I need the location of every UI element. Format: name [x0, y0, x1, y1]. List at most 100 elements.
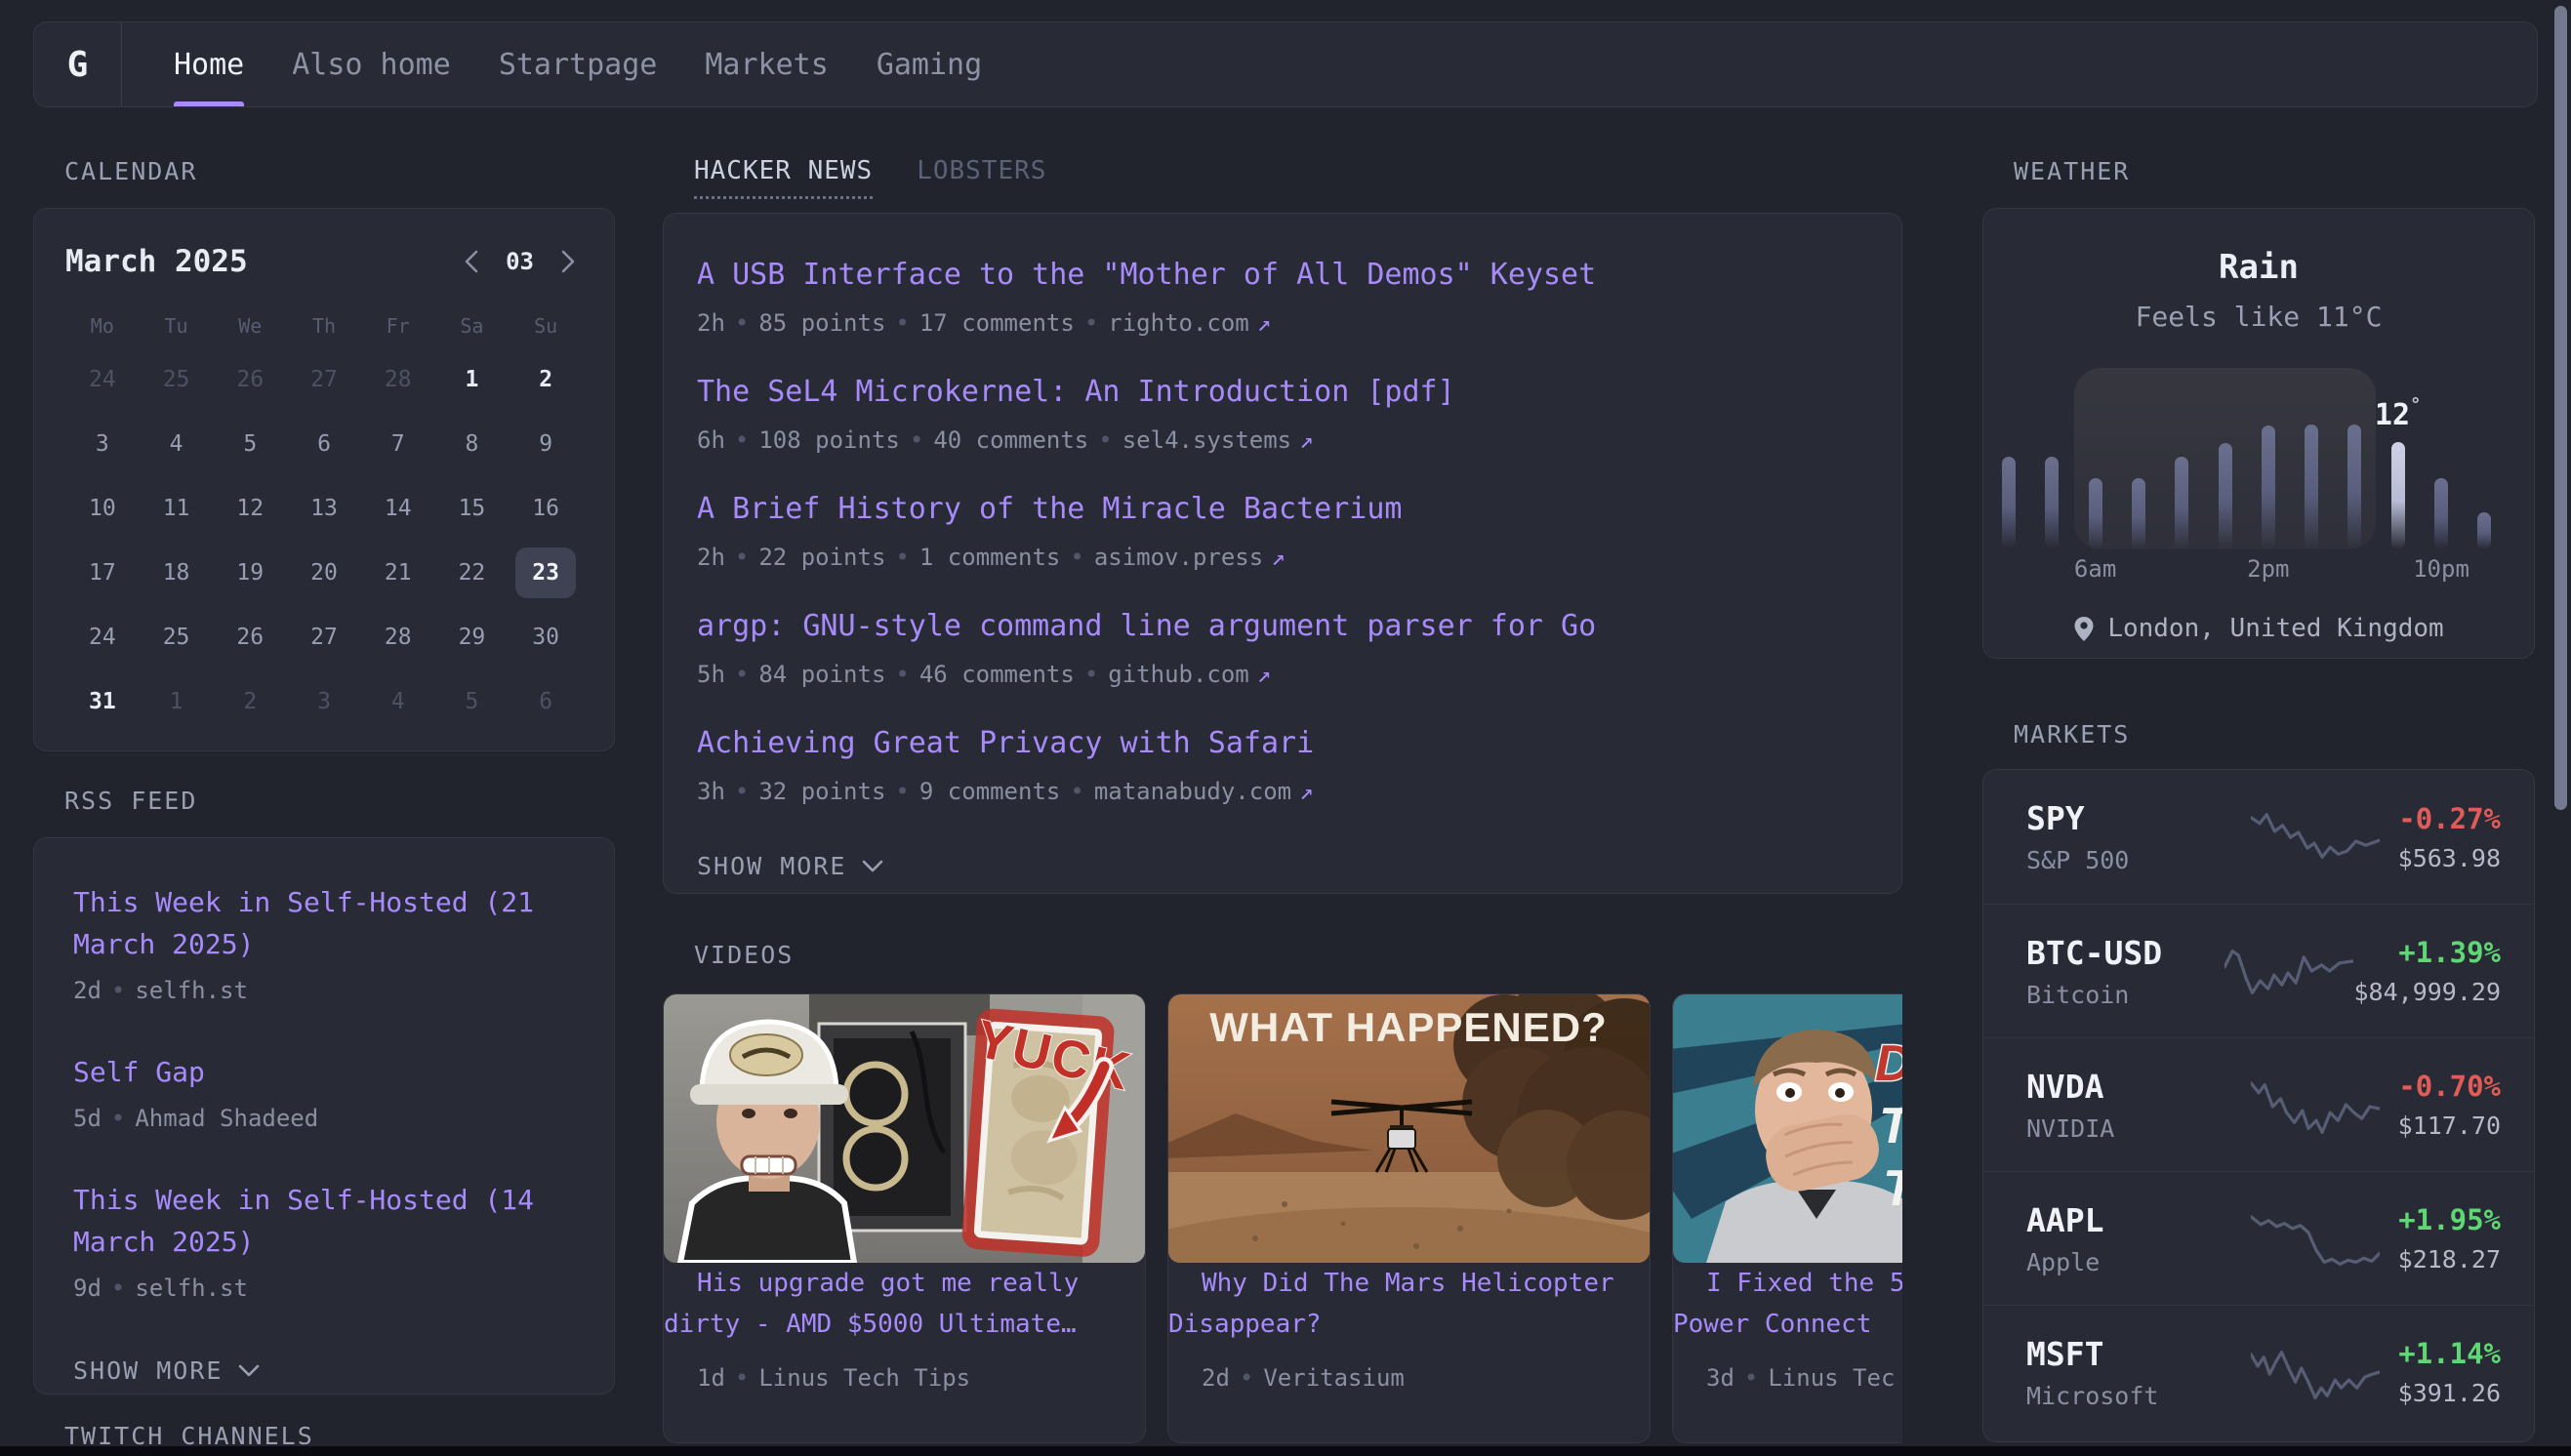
news-item-title[interactable]: A USB Interface to the "Mother of All De…	[697, 258, 1596, 292]
nav-item-markets[interactable]: Markets	[705, 22, 828, 106]
temperature-bar	[2347, 425, 2361, 549]
logo[interactable]: G	[34, 22, 122, 106]
video-card[interactable]: YUCK His upgrade got me really dirty - A…	[663, 993, 1146, 1443]
rss-item-title[interactable]: Self Gap	[73, 1056, 205, 1088]
right-column: WEATHER Rain Feels like 11°C 12° 6am2pm1…	[1982, 156, 2535, 1442]
scrollbar-thumb[interactable]	[2554, 6, 2567, 810]
nav-item-startpage[interactable]: Startpage	[499, 22, 658, 106]
video-title[interactable]: I Fixed the 5 Power Connect	[1673, 1269, 1902, 1339]
video-card[interactable]: ​ WHAT HAPPENED? Why Did The Mars Helico…	[1167, 993, 1651, 1443]
market-row-nvda[interactable]: NVDANVIDIA-0.70%$117.70	[1983, 1037, 2534, 1171]
video-title[interactable]: His upgrade got me really dirty - AMD $5…	[664, 1269, 1079, 1339]
calendar-prev-button[interactable]	[463, 249, 480, 274]
news-item-age: 3h	[697, 778, 725, 805]
calendar-day-number: 30	[532, 625, 559, 650]
market-price: $391.26	[2398, 1379, 2501, 1407]
market-change-percent: +1.14%	[2398, 1337, 2501, 1370]
calendar-next-button[interactable]	[559, 249, 577, 274]
videos-row: YUCK His upgrade got me really dirty - A…	[663, 993, 1902, 1443]
market-row-btc-usd[interactable]: BTC-USDBitcoin+1.39%$84,999.29	[1983, 904, 2534, 1037]
video-channel: Veritasium	[1263, 1364, 1405, 1392]
weather-section-label: WEATHER	[2014, 156, 2535, 186]
news-item-meta: 5h•84 points•46 comments•github.com↗	[697, 661, 1868, 688]
calendar-day: 3	[65, 412, 140, 476]
news-item-domain: sel4.systems	[1122, 426, 1291, 454]
market-identity: BTC-USDBitcoin	[2026, 934, 2224, 1009]
market-name: Bitcoin	[2026, 981, 2224, 1009]
bullet-separator: •	[895, 661, 909, 688]
temperature-bar	[2305, 425, 2318, 549]
market-identity: NVDANVIDIA	[2026, 1068, 2233, 1143]
calendar-day: 27	[287, 605, 361, 669]
nav-item-gaming[interactable]: Gaming	[877, 22, 982, 106]
market-quote: +1.95%$218.27	[2398, 1203, 2501, 1274]
news-item-comments-link[interactable]: 9 comments	[919, 778, 1061, 805]
news-item-domain-link[interactable]: matanabudy.com↗	[1094, 778, 1314, 805]
calendar-day: 1	[435, 347, 510, 412]
weather-feels-like: Feels like 11°C	[1983, 301, 2534, 333]
market-name: S&P 500	[2026, 846, 2233, 874]
tab-hacker-news[interactable]: HACKER NEWS	[694, 156, 873, 199]
calendar-widget: March 2025 03 MoTuWeThFrSaSu242526272812…	[33, 208, 615, 751]
calendar-day-number: 14	[385, 496, 412, 521]
middle-column: HACKER NEWS LOBSTERS A USB Interface to …	[663, 156, 1902, 1443]
rss-item-age: 2d	[73, 977, 102, 1004]
calendar-weekday: Su	[509, 304, 583, 347]
news-item-domain-link[interactable]: righto.com↗	[1108, 309, 1271, 337]
temperature-bar	[2002, 457, 2016, 549]
calendar-day: 25	[140, 347, 214, 412]
calendar-day: 26	[213, 347, 287, 412]
bullet-separator: •	[735, 426, 749, 454]
news-item-title[interactable]: A Brief History of the Miracle Bacterium	[697, 492, 1402, 526]
rss-item-age: 9d	[73, 1274, 102, 1302]
rss-show-more-button[interactable]: SHOW MORE	[73, 1356, 575, 1385]
news-item-meta: 2h•22 points•1 comments•asimov.press↗	[697, 544, 1868, 571]
sparkline-chart	[2251, 1200, 2380, 1276]
calendar-day: 6	[287, 412, 361, 476]
market-change-percent: -0.27%	[2398, 802, 2501, 835]
nav-item-home[interactable]: Home	[174, 22, 244, 106]
market-row-msft[interactable]: MSFTMicrosoft+1.14%$391.26	[1983, 1305, 2534, 1438]
news-item-comments-link[interactable]: 46 comments	[919, 661, 1075, 688]
calendar-day-number: 26	[236, 367, 264, 392]
rss-item-title[interactable]: This Week in Self-Hosted (14 March 2025)	[73, 1184, 534, 1258]
video-card[interactable]: DO TH T I Fixed the 5 Power Connect3d•Li…	[1672, 993, 1902, 1443]
news-item-comments-link[interactable]: 17 comments	[919, 309, 1075, 337]
news-item-points: 108 points	[758, 426, 900, 454]
market-row-spy[interactable]: SPYS&P 500-0.27%$563.98	[1983, 770, 2534, 904]
calendar-day-number: 7	[391, 431, 405, 457]
news-item-domain-link[interactable]: sel4.systems↗	[1122, 426, 1314, 454]
calendar-day-number: 9	[539, 431, 552, 457]
market-row-aapl[interactable]: AAPLApple+1.95%$218.27	[1983, 1171, 2534, 1305]
rss-item-title[interactable]: This Week in Self-Hosted (21 March 2025)	[73, 886, 534, 960]
calendar-day: 24	[65, 605, 140, 669]
video-thumbnail[interactable]: DO TH T	[1673, 994, 1902, 1263]
news-item-age: 5h	[697, 661, 725, 688]
news-item-comments-link[interactable]: 40 comments	[933, 426, 1088, 454]
calendar-day: 11	[140, 476, 214, 541]
bullet-separator: •	[1084, 661, 1098, 688]
news-item-domain-link[interactable]: asimov.press↗	[1094, 544, 1286, 571]
news-item: A Brief History of the Miracle Bacterium…	[697, 491, 1868, 571]
news-item-title[interactable]: The SeL4 Microkernel: An Introduction [p…	[697, 375, 1455, 409]
calendar-day-number: 2	[539, 367, 552, 392]
video-thumbnail[interactable]: YUCK	[664, 994, 1145, 1263]
news-show-more-button[interactable]: SHOW MORE	[697, 852, 1868, 880]
tab-lobsters[interactable]: LOBSTERS	[917, 156, 1046, 185]
chevron-down-icon	[238, 1364, 260, 1378]
temperature-bar	[2045, 457, 2059, 549]
sparkline-chart	[2251, 1334, 2380, 1410]
video-thumbnail[interactable]: ​ WHAT HAPPENED?	[1168, 994, 1650, 1263]
sparkline-chart	[2251, 799, 2380, 875]
calendar-day-number: 25	[163, 367, 190, 392]
nav-item-also-home[interactable]: Also home	[292, 22, 451, 106]
news-item-title[interactable]: argp: GNU-style command line argument pa…	[697, 609, 1596, 643]
news-item: Achieving Great Privacy with Safari3h•32…	[697, 725, 1868, 805]
calendar-month-title: March 2025	[65, 244, 248, 279]
news-item-domain-link[interactable]: github.com↗	[1108, 661, 1271, 688]
calendar-day-number: 27	[310, 625, 338, 650]
video-title[interactable]: Why Did The Mars Helicopter Disappear?	[1168, 1269, 1614, 1339]
calendar-weekday: Sa	[435, 304, 510, 347]
news-item-title[interactable]: Achieving Great Privacy with Safari	[697, 726, 1314, 760]
news-item-comments-link[interactable]: 1 comments	[919, 544, 1061, 571]
